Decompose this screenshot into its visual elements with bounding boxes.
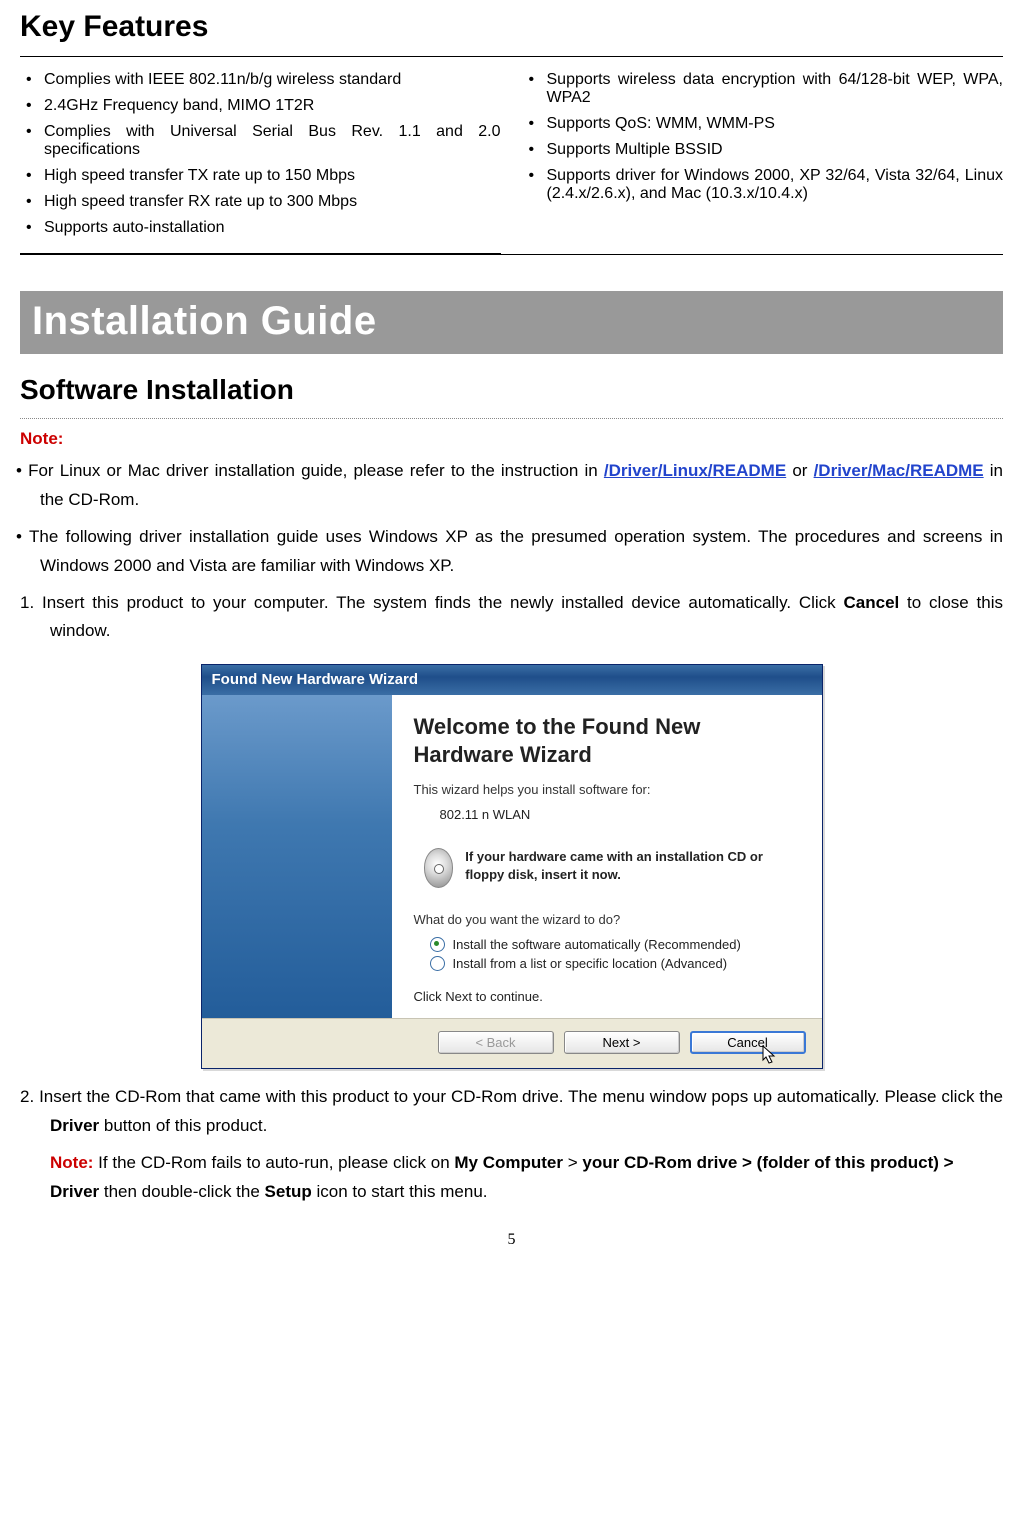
feature-item: Supports Multiple BSSID [523, 137, 1004, 163]
step1-pre: 1. Insert this product to your computer.… [20, 593, 844, 612]
note-bullet-2: • The following driver installation guid… [20, 523, 1003, 581]
step2-setup: Setup [265, 1182, 312, 1201]
step2-mid: button of this product. [99, 1116, 267, 1135]
feature-item: High speed transfer RX rate up to 300 Mb… [20, 189, 501, 215]
radio-icon-selected [430, 937, 445, 952]
wizard-helps-text: This wizard helps you install software f… [414, 782, 800, 797]
radio-label-auto: Install the software automatically (Reco… [453, 937, 741, 952]
step2-note-b: then double-click the [99, 1182, 264, 1201]
wizard-side-graphic [202, 695, 392, 1018]
link-mac-readme[interactable]: /Driver/Mac/README [814, 461, 984, 480]
feature-item: Supports driver for Windows 2000, XP 32/… [523, 163, 1004, 207]
page-number: 5 [20, 1231, 1003, 1249]
feature-item: Supports QoS: WMM, WMM-PS [523, 111, 1004, 137]
wizard-continue-text: Click Next to continue. [414, 989, 800, 1004]
step2-note-label: Note: [50, 1153, 93, 1172]
note1-pre: • For Linux or Mac driver installation g… [16, 461, 604, 480]
wizard-question: What do you want the wizard to do? [414, 912, 800, 927]
key-features-heading: Key Features [20, 10, 1003, 44]
cancel-button[interactable]: Cancel [690, 1031, 806, 1054]
radio-label-advanced: Install from a list or specific location… [453, 956, 728, 971]
next-button[interactable]: Next > [564, 1031, 680, 1054]
found-new-hardware-wizard: Found New Hardware Wizard Welcome to the… [201, 664, 823, 1069]
step-1: 1. Insert this product to your computer.… [20, 589, 1003, 647]
wizard-screenshot: Found New Hardware Wizard Welcome to the… [20, 664, 1003, 1069]
wizard-device-name: 802.11 n WLAN [440, 807, 800, 822]
feature-item: High speed transfer TX rate up to 150 Mb… [20, 163, 501, 189]
step-2-note: Note: If the CD-Rom fails to auto-run, p… [20, 1149, 1003, 1207]
features-columns: Complies with IEEE 802.11n/b/g wireless … [20, 57, 1003, 255]
cd-icon [424, 848, 454, 888]
radio-icon [430, 956, 445, 971]
back-button: < Back [438, 1031, 554, 1054]
feature-item: Supports wireless data encryption with 6… [523, 67, 1004, 111]
step2-note-c: icon to start this menu. [312, 1182, 488, 1201]
wizard-titlebar: Found New Hardware Wizard [202, 665, 822, 695]
step2-mycomputer: My Computer [454, 1153, 563, 1172]
step2-driver-bold: Driver [50, 1116, 99, 1135]
radio-option-auto[interactable]: Install the software automatically (Reco… [430, 937, 800, 952]
step-2: 2. Insert the CD-Rom that came with this… [20, 1083, 1003, 1141]
feature-item: Complies with IEEE 802.11n/b/g wireless … [20, 67, 501, 93]
feature-item: Supports auto-installation [20, 215, 501, 241]
wizard-button-row: < Back Next > Cancel [202, 1018, 822, 1068]
features-col-left: Complies with IEEE 802.11n/b/g wireless … [20, 57, 501, 254]
software-installation-heading: Software Installation [20, 374, 1003, 406]
note-label: Note: [20, 429, 1003, 449]
wizard-cd-text: If your hardware came with an installati… [465, 848, 799, 883]
step2-gt1: > [563, 1153, 582, 1172]
feature-item: 2.4GHz Frequency band, MIMO 1T2R [20, 93, 501, 119]
radio-option-advanced[interactable]: Install from a list or specific location… [430, 956, 800, 971]
step1-bold-cancel: Cancel [844, 593, 900, 612]
wizard-welcome-text: Welcome to the Found New Hardware Wizard [414, 713, 800, 768]
note1-mid: or [786, 461, 813, 480]
feature-item: Complies with Universal Serial Bus Rev. … [20, 119, 501, 163]
link-linux-readme[interactable]: /Driver/Linux/README [604, 461, 786, 480]
step2-note-a: If the CD-Rom fails to auto-run, please … [93, 1153, 454, 1172]
step2-pre: 2. Insert the CD-Rom that came with this… [20, 1087, 1003, 1106]
features-col-right: Supports wireless data encryption with 6… [523, 57, 1004, 254]
installation-guide-heading: Installation Guide [20, 291, 1003, 354]
dotted-separator [20, 418, 1003, 419]
note-bullet-1: • For Linux or Mac driver installation g… [20, 457, 1003, 515]
